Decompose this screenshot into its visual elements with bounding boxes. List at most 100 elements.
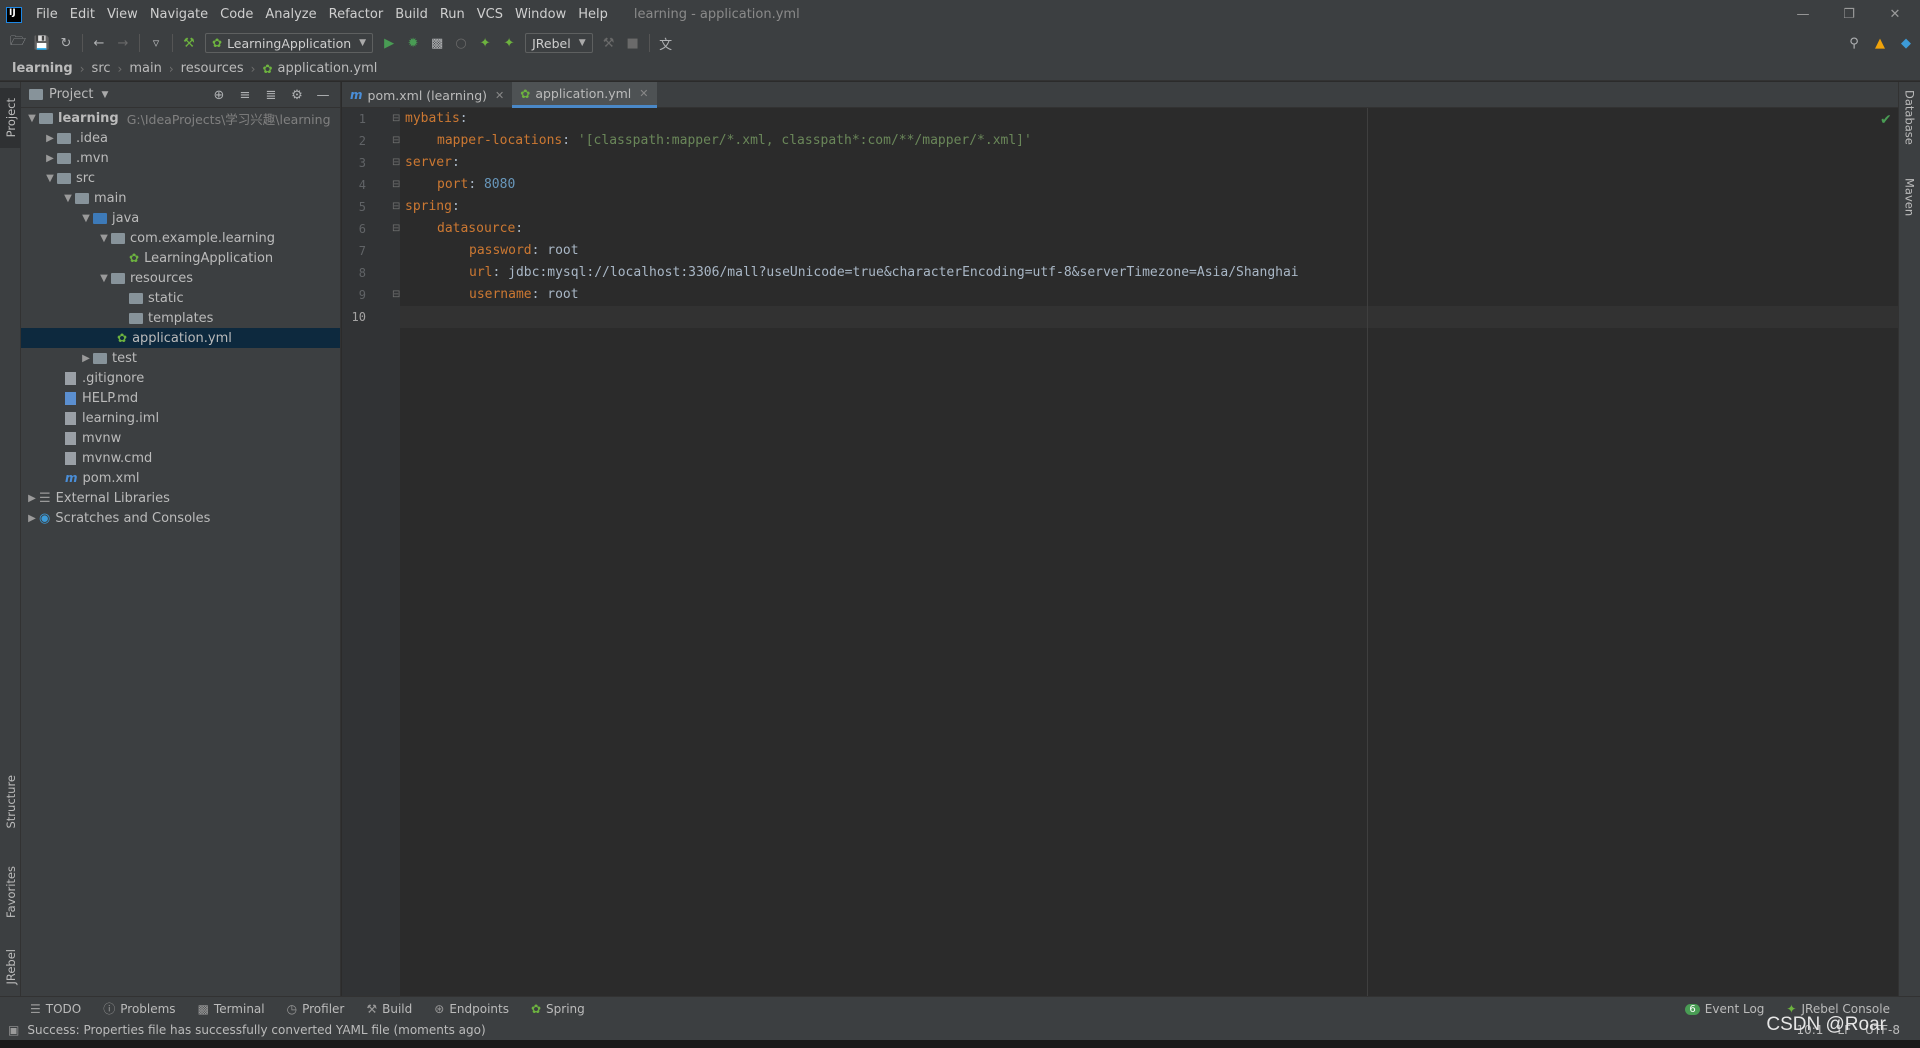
close-window-icon[interactable]: ✕	[1872, 0, 1918, 29]
back-icon[interactable]: ←	[87, 32, 111, 54]
chevron-down-icon[interactable]: ▼	[97, 233, 111, 244]
breadcrumb-item[interactable]: application.yml	[278, 61, 378, 76]
jrebel-run-icon[interactable]: ✦	[473, 32, 497, 54]
tree-item-mvnw-cmd[interactable]: mvnw.cmd	[21, 448, 340, 468]
breadcrumb-item[interactable]: resources	[181, 61, 244, 76]
search-icon[interactable]: ⚲	[1842, 32, 1866, 54]
code-editor[interactable]: ✔ mybatis: mapper-locations: '[classpath…	[400, 108, 1898, 996]
chevron-down-icon[interactable]: ▼	[97, 273, 111, 284]
fold-marker-icon[interactable]: ⊟	[392, 130, 400, 152]
tree-item-learning-iml[interactable]: learning.iml	[21, 408, 340, 428]
plugin-icon[interactable]: ◆	[1894, 32, 1918, 54]
gear-icon[interactable]: ⚙	[284, 88, 310, 103]
tree-item-gitignore[interactable]: .gitignore	[21, 368, 340, 388]
menu-code[interactable]: Code	[214, 0, 259, 29]
forward-icon[interactable]: →	[111, 32, 135, 54]
locate-file-icon[interactable]: ⊕	[206, 88, 232, 103]
tree-item-application-yml[interactable]: ✿ application.yml	[21, 328, 340, 348]
tree-item-src[interactable]: ▼ src	[21, 168, 340, 188]
tool-button-todo[interactable]: ☰ TODO	[30, 1002, 81, 1016]
tool-tab-database[interactable]: Database	[1899, 90, 1920, 145]
breadcrumb-item[interactable]: src	[92, 61, 111, 76]
tool-button-endpoints[interactable]: ⊛ Endpoints	[434, 1002, 509, 1016]
fold-marker-icon[interactable]: ⊟	[392, 218, 400, 240]
fold-marker-icon[interactable]: ⊟	[392, 284, 400, 306]
chevron-down-icon[interactable]: ▼	[101, 90, 108, 100]
tool-button-problems[interactable]: ⓘ Problems	[103, 1000, 175, 1017]
menu-window[interactable]: Window	[509, 0, 572, 29]
chevron-down-icon[interactable]: ▼	[25, 113, 39, 124]
project-view-select[interactable]: Project	[49, 87, 93, 102]
inspection-ok-icon[interactable]: ✔	[1880, 112, 1892, 128]
tree-item-static[interactable]: static	[21, 288, 340, 308]
breadcrumb-item[interactable]: main	[129, 61, 161, 76]
tool-tab-jrebel[interactable]: JRebel	[0, 937, 21, 997]
tree-item-mvn[interactable]: ▶ .mvn	[21, 148, 340, 168]
tool-button-build[interactable]: ⚒ Build	[366, 1002, 412, 1016]
fold-marker-icon[interactable]: ⊟	[392, 152, 400, 174]
tree-item-help-md[interactable]: HELP.md	[21, 388, 340, 408]
status-message[interactable]: Success: Properties file has successfull…	[27, 1023, 485, 1037]
breadcrumb-item[interactable]: learning	[12, 61, 73, 76]
jrebel-debug-icon[interactable]: ✦	[497, 32, 521, 54]
menu-vcs[interactable]: VCS	[471, 0, 509, 29]
close-tab-icon[interactable]: ✕	[495, 89, 504, 102]
menu-run[interactable]: Run	[434, 0, 471, 29]
tool-tab-structure[interactable]: Structure	[0, 762, 21, 842]
chevron-down-icon[interactable]: ▼	[61, 193, 75, 204]
collapse-all-icon[interactable]: ≣	[258, 88, 284, 103]
user-dropdown-icon[interactable]: ▿	[144, 32, 168, 54]
menu-navigate[interactable]: Navigate	[144, 0, 214, 29]
sync-icon[interactable]: ↻	[54, 32, 78, 54]
tree-item-learning-application[interactable]: ✿ LearningApplication	[21, 248, 340, 268]
tree-item-pom-xml[interactable]: m pom.xml	[21, 468, 340, 488]
tool-tab-favorites[interactable]: Favorites	[0, 852, 21, 932]
menu-file[interactable]: File	[30, 0, 64, 29]
jrebel-select[interactable]: JRebel ▼	[525, 33, 593, 53]
chevron-right-icon[interactable]: ▶	[43, 133, 57, 144]
tab-application-yml[interactable]: ✿ application.yml ✕	[512, 82, 657, 108]
translate-icon[interactable]: 文	[654, 32, 678, 54]
expand-all-icon[interactable]: ≡	[232, 88, 258, 103]
coverage-icon[interactable]: ▩	[425, 32, 449, 54]
tree-item-external-libraries[interactable]: ▶ ☰ External Libraries	[21, 488, 340, 508]
profile-icon[interactable]: ○	[449, 32, 473, 54]
fold-marker-icon[interactable]: ⊟	[392, 196, 400, 218]
run-configuration-select[interactable]: ✿ LearningApplication ▼	[205, 33, 374, 53]
chevron-right-icon[interactable]: ▶	[79, 353, 93, 364]
close-tab-icon[interactable]: ✕	[639, 87, 648, 100]
open-folder-icon[interactable]: 🗁	[6, 32, 30, 54]
tool-button-profiler[interactable]: ◷ Profiler	[287, 1002, 345, 1016]
menu-help[interactable]: Help	[572, 0, 614, 29]
tree-item-mvnw[interactable]: mvnw	[21, 428, 340, 448]
tree-item-learning[interactable]: ▼ learning G:\IdeaProjects\学习兴趣\learning	[21, 108, 340, 128]
chevron-right-icon[interactable]: ▶	[43, 153, 57, 164]
save-all-icon[interactable]: 💾	[30, 32, 54, 54]
tree-item-java[interactable]: ▼ java	[21, 208, 340, 228]
stop-icon[interactable]: ■	[621, 32, 645, 54]
tree-item-scratches[interactable]: ▶ ◉ Scratches and Consoles	[21, 508, 340, 528]
tree-item-main[interactable]: ▼ main	[21, 188, 340, 208]
tool-button-terminal[interactable]: ▩ Terminal	[198, 1002, 265, 1016]
menu-build[interactable]: Build	[389, 0, 434, 29]
minimize-icon[interactable]: —	[1780, 0, 1826, 29]
tree-item-package[interactable]: ▼ com.example.learning	[21, 228, 340, 248]
update-icon[interactable]: ▲	[1868, 32, 1892, 54]
build-hammer-icon[interactable]: ⚒	[177, 32, 201, 54]
tree-item-resources[interactable]: ▼ resources	[21, 268, 340, 288]
tree-item-templates[interactable]: templates	[21, 308, 340, 328]
menu-analyze[interactable]: Analyze	[259, 0, 322, 29]
toggle-tool-windows-icon[interactable]: ▣	[8, 1023, 19, 1037]
tool-tab-maven[interactable]: Maven	[1899, 178, 1920, 216]
tool-tab-project[interactable]: Project	[0, 88, 21, 148]
fold-marker-icon[interactable]: ⊟	[392, 108, 400, 130]
restore-icon[interactable]: ❐	[1826, 0, 1872, 29]
hide-panel-icon[interactable]: —	[310, 88, 336, 103]
chevron-right-icon[interactable]: ▶	[25, 493, 39, 504]
tab-pom-xml[interactable]: m pom.xml (learning) ✕	[342, 82, 512, 108]
fold-marker-icon[interactable]: ⊟	[392, 174, 400, 196]
tree-item-idea[interactable]: ▶ .idea	[21, 128, 340, 148]
chevron-right-icon[interactable]: ▶	[25, 513, 39, 524]
tool-button-spring[interactable]: ✿ Spring	[531, 1002, 585, 1016]
debug-icon[interactable]: ✹	[401, 32, 425, 54]
